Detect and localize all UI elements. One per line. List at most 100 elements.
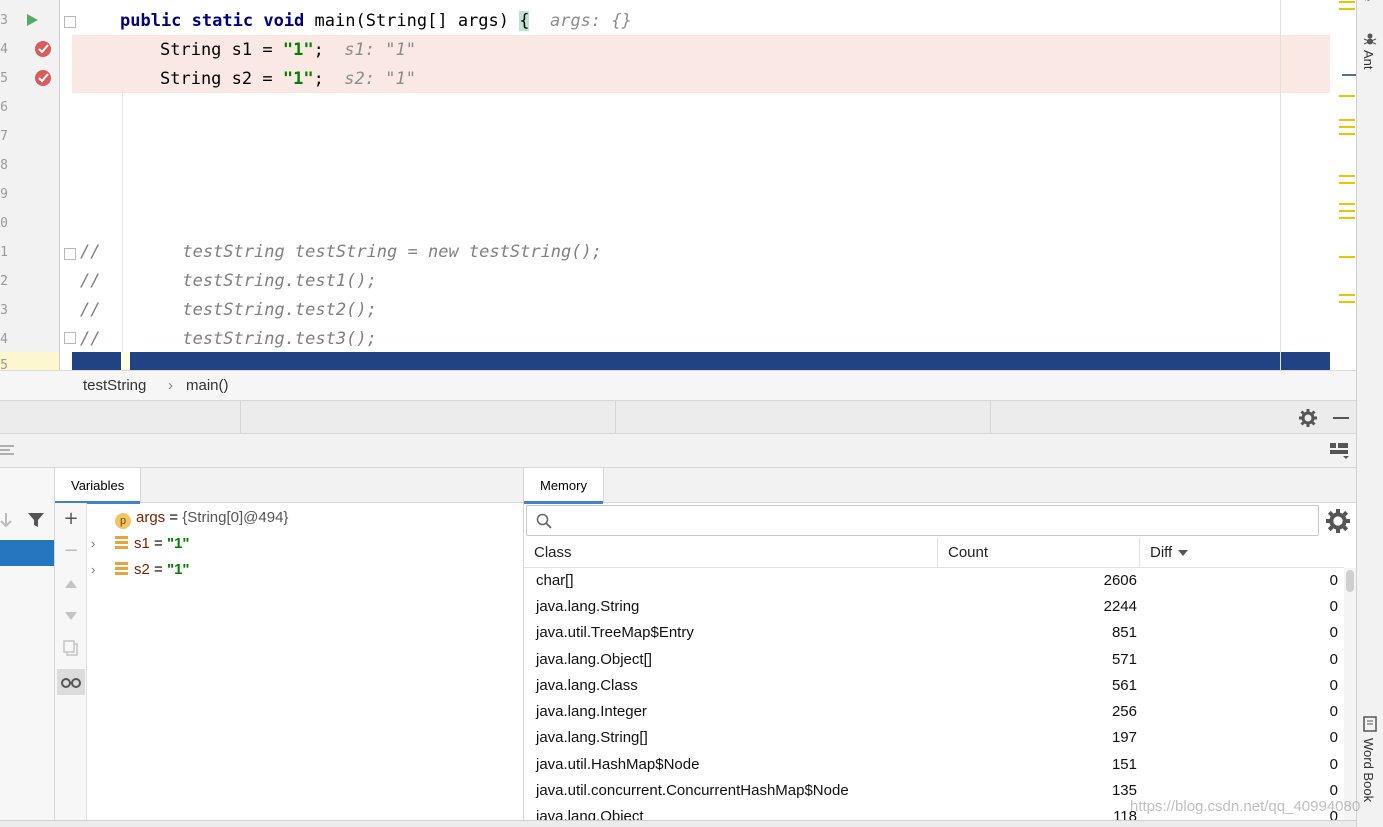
warning-marker[interactable] <box>1339 175 1355 177</box>
line-number: 5 <box>0 71 8 86</box>
diff-cell: 0 <box>1329 756 1338 773</box>
filter-icon[interactable] <box>27 512 45 528</box>
copy-icon[interactable] <box>63 640 79 656</box>
warning-marker[interactable] <box>1339 256 1355 258</box>
variable-row-args[interactable]: p args = {String[0]@494} <box>115 505 288 531</box>
column-header-count[interactable]: Count <box>938 538 1140 568</box>
variable-equals: = <box>149 535 167 552</box>
watermark-text: https://blog.csdn.net/qq_40994080 <box>1130 798 1361 815</box>
line-number: 0 <box>0 216 8 231</box>
table-row[interactable]: java.lang.Class 561 0 <box>524 673 1344 699</box>
line-number: 4 <box>0 42 8 57</box>
add-watch-button[interactable]: + <box>59 507 83 531</box>
debug-panel-header <box>0 400 1356 434</box>
ant-tool-button[interactable]: Ant <box>1361 50 1376 70</box>
warning-marker[interactable] <box>1339 119 1355 121</box>
table-row[interactable]: char[] 2606 0 <box>524 568 1344 594</box>
warning-marker[interactable] <box>1339 1 1355 3</box>
comment-line[interactable]: // testString.test2(); <box>80 296 377 325</box>
class-cell: java.lang.String[] <box>536 729 648 746</box>
table-row[interactable]: java.lang.String 2244 0 <box>524 594 1344 620</box>
breakpoint-icon[interactable] <box>34 69 52 87</box>
breadcrumb-method[interactable]: main() <box>186 377 229 394</box>
class-cell: char[] <box>536 572 574 589</box>
arrow-down-icon[interactable] <box>0 512 12 528</box>
expand-chevron-icon[interactable]: › <box>91 557 105 583</box>
minimize-icon[interactable] <box>1332 409 1350 427</box>
editor-scrollbar[interactable] <box>1330 0 1356 370</box>
warning-marker[interactable] <box>1339 126 1355 128</box>
warning-marker[interactable] <box>1339 294 1355 296</box>
breadcrumb-class[interactable]: testString <box>83 377 146 394</box>
warning-marker[interactable] <box>1339 8 1355 10</box>
warning-marker[interactable] <box>1339 203 1355 205</box>
variable-name: args <box>136 509 166 526</box>
gear-icon[interactable] <box>1326 509 1350 533</box>
variable-equals: = <box>149 561 167 578</box>
table-row[interactable]: java.util.HashMap$Node 151 0 <box>524 752 1344 778</box>
semicolon: ; <box>313 40 324 60</box>
warning-marker[interactable] <box>1339 210 1355 212</box>
comment-line[interactable]: // testString.test1(); <box>80 267 377 296</box>
warning-marker[interactable] <box>1339 182 1355 184</box>
variable-equals: = <box>165 509 183 526</box>
count-cell: 151 <box>1111 756 1137 773</box>
right-tool-strip: e Ant Word Book <box>1356 0 1383 827</box>
variable-row-s2[interactable]: › s2 = "1" <box>91 557 190 583</box>
string-literal: "1" <box>282 40 314 60</box>
warning-marker[interactable] <box>1339 301 1355 303</box>
string-literal: "1" <box>282 69 314 89</box>
glasses-icon[interactable] <box>61 675 81 689</box>
breadcrumb: testString › main() <box>0 370 1356 400</box>
move-up-icon[interactable] <box>64 579 78 589</box>
run-icon[interactable] <box>26 13 39 27</box>
code-line-s1[interactable]: String s1 = "1"; s1: "1" <box>160 36 416 65</box>
column-header-class[interactable]: Class <box>524 538 938 568</box>
memory-scrollbar[interactable] <box>1344 568 1356 820</box>
tool-window-label[interactable]: e <box>1361 0 1376 1</box>
memory-tab-bar: Memory <box>524 468 1356 504</box>
move-down-icon[interactable] <box>64 611 78 621</box>
caret-position-marker <box>1342 74 1356 76</box>
memory-search-input[interactable] <box>526 505 1319 536</box>
selected-frame-row[interactable] <box>0 540 54 566</box>
book-icon[interactable] <box>1363 716 1377 732</box>
table-row[interactable]: java.lang.String[] 197 0 <box>524 725 1344 751</box>
warning-marker[interactable] <box>1339 217 1355 219</box>
tab-memory[interactable]: Memory <box>524 468 604 504</box>
breakpoint-icon[interactable] <box>34 40 52 58</box>
column-header-diff[interactable]: Diff <box>1140 538 1344 568</box>
fold-marker-icon[interactable] <box>64 248 76 260</box>
comment-line[interactable]: // testString testString = new testStrin… <box>80 238 602 267</box>
code-editor[interactable]: 3 4 5 6 7 8 9 0 1 2 3 4 5 public static … <box>0 0 1356 370</box>
type-name: String <box>160 69 222 89</box>
variable-name: s1 <box>134 535 150 552</box>
word-book-tool-button[interactable]: Word Book <box>1361 738 1376 802</box>
comment-line[interactable]: // testString.test3(); <box>80 325 377 354</box>
tab-variables[interactable]: Variables <box>55 468 142 504</box>
table-row[interactable]: java.util.TreeMap$Entry 851 0 <box>524 620 1344 646</box>
layout-options-icon[interactable] <box>1330 443 1350 459</box>
warning-marker[interactable] <box>1339 95 1355 97</box>
fold-marker-icon[interactable] <box>64 332 76 344</box>
scrollbar-thumb[interactable] <box>1346 570 1354 592</box>
code-line-s2[interactable]: String s2 = "1"; s2: "1" <box>160 65 416 94</box>
code-line-main[interactable]: public static void main(String[] args) {… <box>120 7 632 36</box>
open-brace: { <box>519 11 530 31</box>
sort-descending-icon <box>1178 550 1189 556</box>
semicolon: ; <box>313 69 324 89</box>
expand-chevron-icon[interactable]: › <box>91 531 105 557</box>
variable-row-s1[interactable]: › s1 = "1" <box>91 531 190 557</box>
right-margin-guide <box>1280 0 1281 370</box>
line-number: 1 <box>0 245 8 260</box>
gear-icon[interactable] <box>1299 409 1317 427</box>
table-row[interactable]: java.lang.Object[] 571 0 <box>524 647 1344 673</box>
fold-marker-icon[interactable] <box>64 16 76 28</box>
count-cell: 2606 <box>1103 572 1137 589</box>
warning-marker[interactable] <box>1339 133 1355 135</box>
step-list-icon[interactable] <box>0 443 16 457</box>
count-cell: 135 <box>1111 782 1137 799</box>
remove-watch-button[interactable]: − <box>59 539 83 563</box>
ant-icon[interactable] <box>1363 32 1377 46</box>
table-row[interactable]: java.lang.Integer 256 0 <box>524 699 1344 725</box>
